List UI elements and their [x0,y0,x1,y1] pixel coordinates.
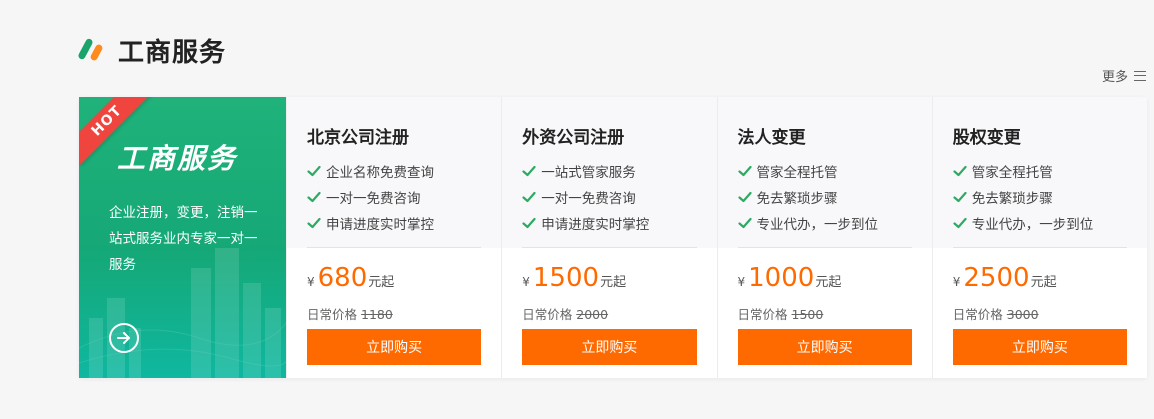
arrow-right-circle-icon[interactable] [109,323,139,353]
check-icon [522,191,536,203]
currency-symbol: ¥ [307,275,315,289]
regular-price-line: 日常价格 1180 [307,304,393,323]
divider [522,247,697,248]
feature-item: 免去繁琐步骤 [737,184,879,210]
section-header: 工商服务 [77,34,227,68]
feature-item: 一站式管家服务 [522,158,649,184]
price-value: 680 [317,263,368,293]
service-card: 法人变更 管家全程托管 免去繁琐步骤 专业代办，一步到位 ¥ 1000 元起 日… [716,97,932,378]
check-icon [522,217,536,229]
price: ¥ 2500 元起 [953,263,1057,293]
divider [952,247,1127,248]
feature-text: 一对一免费咨询 [326,191,421,207]
section-title: 工商服务 [118,37,227,68]
price: ¥ 1500 元起 [522,263,626,293]
divider [307,247,482,248]
feature-text: 专业代办，一步到位 [756,217,879,233]
price-unit: 元起 [600,275,627,290]
card-title: 外资公司注册 [522,128,625,148]
feature-item: 专业代办，一步到位 [737,210,879,236]
price-value: 1000 [748,263,815,293]
buy-now-button[interactable]: 立即购买 [522,329,697,365]
promo-banner[interactable]: HOT 工商服务 企业注册，变更，注销一站式服务业内专家一对一服务 [79,97,286,378]
currency-symbol: ¥ [522,275,530,289]
price-unit: 元起 [1030,275,1057,290]
buy-now-button[interactable]: 立即购买 [737,329,912,365]
regular-price-label: 日常价格 [522,307,573,322]
feature-item: 专业代办，一步到位 [953,210,1094,236]
check-icon [953,191,967,203]
feature-text: 免去繁琐步骤 [971,191,1053,207]
feature-item: 一对一免费咨询 [522,184,649,210]
feature-list: 管家全程托管 免去繁琐步骤 专业代办，一步到位 [737,158,879,236]
feature-item: 免去繁琐步骤 [953,184,1094,210]
price-unit: 元起 [368,275,395,290]
more-label: 更多 [1101,70,1128,85]
feature-text: 企业名称免费查询 [326,165,434,181]
price-value: 2500 [963,263,1030,293]
feature-list: 一站式管家服务 一对一免费咨询 申请进度实时掌控 [522,158,649,236]
more-link[interactable]: 更多 [1102,66,1146,85]
regular-price-value: 2000 [576,307,609,322]
service-cards: HOT 工商服务 企业注册，变更，注销一站式服务业内专家一对一服务 北京公司注册… [79,97,1147,378]
check-icon [737,191,752,203]
feature-text: 免去繁琐步骤 [756,191,838,207]
feature-text: 管家全程托管 [756,165,838,181]
check-icon [307,165,321,177]
regular-price-label: 日常价格 [737,307,788,322]
regular-price-value: 3000 [1006,307,1039,322]
feature-list: 管家全程托管 免去繁琐步骤 专业代办，一步到位 [953,158,1094,236]
currency-symbol: ¥ [952,275,961,289]
banner-description: 企业注册，变更，注销一站式服务业内专家一对一服务 [109,205,258,273]
feature-text: 一站式管家服务 [541,165,636,181]
regular-price-line: 日常价格 1500 [738,304,824,323]
brand-logo-icon [77,36,106,64]
feature-item: 申请进度实时掌控 [307,210,434,236]
regular-price-value: 1500 [791,307,824,322]
buy-now-button[interactable]: 立即购买 [952,329,1127,365]
feature-list: 企业名称免费查询 一对一免费咨询 申请进度实时掌控 [307,158,434,236]
banner-title: 工商服务 [117,142,238,175]
feature-item: 申请进度实时掌控 [522,210,649,236]
card-title: 股权变更 [952,128,1021,148]
currency-symbol: ¥ [737,275,746,289]
regular-price-label: 日常价格 [307,307,358,322]
feature-item: 一对一免费咨询 [307,184,434,210]
check-icon [737,217,752,229]
price: ¥ 1000 元起 [738,263,842,293]
menu-lines-icon [1134,70,1146,81]
service-card: 北京公司注册 企业名称免费查询 一对一免费咨询 申请进度实时掌控 ¥ 680 元… [286,97,502,378]
check-icon [522,165,536,177]
regular-price-line: 日常价格 3000 [953,304,1039,323]
card-title: 北京公司注册 [307,128,409,148]
feature-item: 管家全程托管 [953,158,1094,184]
check-icon [307,217,321,229]
feature-text: 申请进度实时掌控 [326,217,434,233]
check-icon [737,165,752,177]
check-icon [953,165,967,177]
feature-item: 企业名称免费查询 [307,158,434,184]
feature-text: 专业代办，一步到位 [971,217,1094,233]
feature-text: 管家全程托管 [971,165,1053,181]
service-card: 股权变更 管家全程托管 免去繁琐步骤 专业代办，一步到位 ¥ 2500 元起 日… [931,97,1147,378]
page: 工商服务 更多 HOT 工商服务 企业注册，变更，注销一站式服务业内专家一对一服… [0,0,1154,419]
feature-text: 一对一免费咨询 [541,191,636,207]
feature-text: 申请进度实时掌控 [541,217,650,233]
regular-price-label: 日常价格 [952,307,1003,322]
feature-item: 管家全程托管 [737,158,879,184]
regular-price-value: 1180 [361,307,393,322]
card-title: 法人变更 [737,128,806,148]
price-value: 1500 [532,263,600,293]
service-card: 外资公司注册 一站式管家服务 一对一免费咨询 申请进度实时掌控 ¥ 1500 元… [501,97,717,378]
check-icon [307,191,321,203]
buy-now-button[interactable]: 立即购买 [307,329,482,365]
regular-price-line: 日常价格 2000 [522,304,608,323]
price-unit: 元起 [815,275,842,290]
price: ¥ 680 元起 [307,263,394,293]
check-icon [953,217,967,229]
divider [737,247,912,248]
